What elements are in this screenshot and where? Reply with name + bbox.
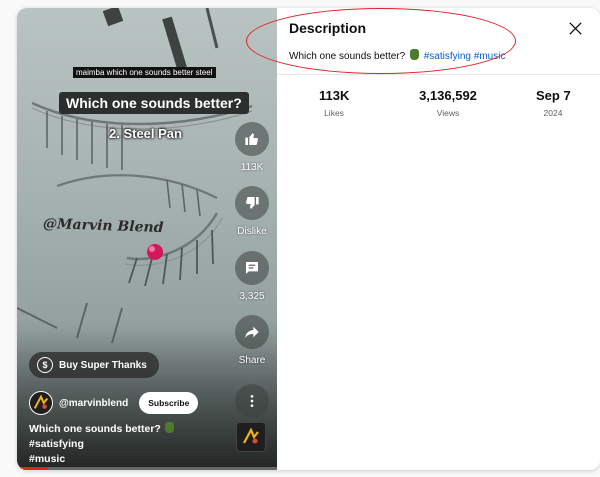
like-button[interactable] <box>235 122 269 156</box>
stat-views-value: 3,136,592 <box>419 88 477 103</box>
channel-avatar[interactable] <box>29 391 53 415</box>
description-heading: Description <box>289 20 367 36</box>
video-caption-small: maimba which one sounds better steel <box>73 67 216 78</box>
video-caption-title: Which one sounds better? <box>59 92 249 114</box>
comment-action: 3,325 <box>233 251 271 302</box>
super-thanks-button[interactable]: $ Buy Super Thanks <box>29 352 159 378</box>
stat-date: Sep 7 2024 <box>536 88 571 118</box>
stat-date-year: 2024 <box>543 108 563 118</box>
description-hashtag-music[interactable]: #music <box>474 51 506 62</box>
dislike-label: Dislike <box>237 226 267 237</box>
stat-date-value: Sep 7 <box>536 88 571 103</box>
thumbs-up-icon <box>245 133 258 145</box>
dislike-action: Dislike <box>233 186 271 237</box>
stat-likes-label: Likes <box>324 108 344 118</box>
money-bag-emoji-icon <box>409 49 419 60</box>
video-player[interactable]: maimba which one sounds better steel Whi… <box>17 8 277 470</box>
like-action: 113K <box>233 122 271 173</box>
super-thanks-icon: $ <box>37 357 53 373</box>
video-title-hashtag-music[interactable]: #music <box>29 453 65 465</box>
like-count: 113K <box>240 162 264 173</box>
channel-row: @marvinblend Subscribe <box>29 391 199 415</box>
video-progress-bar[interactable] <box>17 467 277 470</box>
money-bag-emoji-icon <box>164 422 174 433</box>
video-caption-subtitle: 2. Steel Pan <box>109 126 182 141</box>
share-action: Share <box>233 315 271 366</box>
description-text: Which one sounds better? #satisfying #mu… <box>289 49 505 62</box>
dislike-button[interactable] <box>235 186 269 220</box>
description-panel: Description Which one sounds better? #sa… <box>277 8 600 470</box>
video-title-hashtag-satisfying[interactable]: #satisfying <box>29 438 84 450</box>
description-body: Which one sounds better? <box>289 51 406 62</box>
share-label: Share <box>238 355 266 366</box>
channel-logo-icon <box>243 427 259 444</box>
thumbs-down-icon <box>246 197 259 209</box>
super-thanks-label: Buy Super Thanks <box>59 359 147 371</box>
more-action <box>233 384 271 418</box>
more-vertical-icon <box>250 395 254 407</box>
more-options-button[interactable] <box>235 384 269 418</box>
subscribe-button[interactable]: Subscribe <box>139 392 199 414</box>
sound-thumbnail[interactable] <box>236 422 266 452</box>
stat-likes-value: 113K <box>319 88 350 103</box>
comment-button[interactable] <box>235 251 269 285</box>
channel-logo-icon <box>33 394 49 409</box>
share-arrow-icon <box>245 326 259 338</box>
description-hashtag-satisfying[interactable]: #satisfying <box>424 51 471 62</box>
close-icon[interactable] <box>567 20 584 37</box>
description-divider <box>277 74 600 75</box>
comment-icon <box>246 262 258 274</box>
comment-count: 3,325 <box>239 291 265 302</box>
video-title-text: Which one sounds better? <box>29 423 161 435</box>
shorts-page: maimba which one sounds better steel Whi… <box>0 0 600 477</box>
stat-views-label: Views <box>436 108 460 118</box>
shorts-card: maimba which one sounds better steel Whi… <box>17 8 600 470</box>
channel-name[interactable]: @marvinblend <box>59 398 128 409</box>
video-title[interactable]: Which one sounds better? #satisfying #mu… <box>29 422 229 467</box>
stat-views: 3,136,592 Views <box>413 88 483 118</box>
share-button[interactable] <box>235 315 269 349</box>
stat-likes: 113K Likes <box>319 88 349 118</box>
video-progress-fill <box>17 467 49 470</box>
